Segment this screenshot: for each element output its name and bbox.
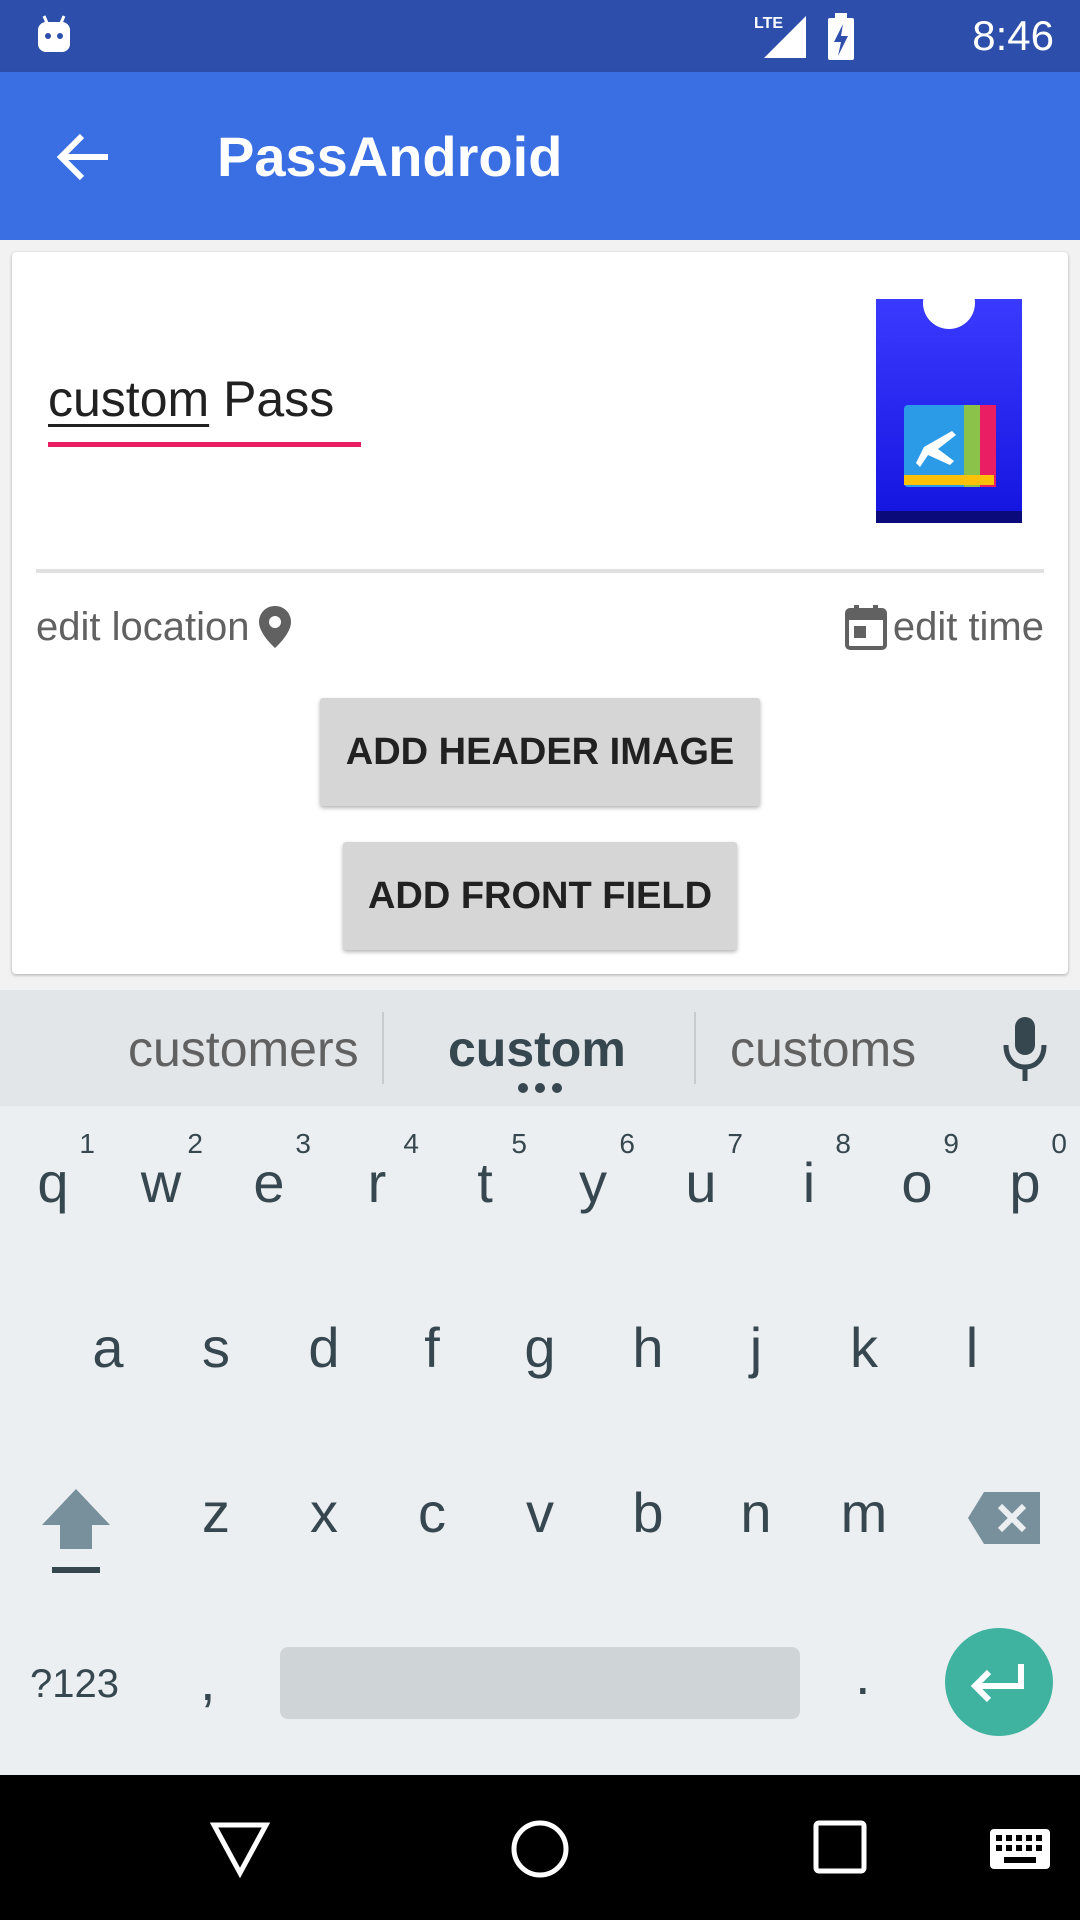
lte-signal-icon: LTE <box>754 15 806 58</box>
description-word: Pass <box>223 371 335 427</box>
status-bar: LTE 8:46 <box>0 0 1080 72</box>
key-label: a <box>92 1316 124 1379</box>
comma-key[interactable]: , <box>200 1648 216 1713</box>
key-label: f <box>424 1316 440 1379</box>
soft-keyboard: customers custom customs 1q 2w 3e 4r 5t … <box>0 990 1080 1775</box>
key-label: d <box>308 1316 340 1379</box>
suggestion-center[interactable]: custom <box>448 1020 626 1078</box>
key-d[interactable]: d <box>274 1275 374 1395</box>
navigation-bar <box>0 1775 1080 1920</box>
key-label: q <box>37 1151 69 1214</box>
suggestion-left[interactable]: customers <box>128 1020 359 1078</box>
pass-thumbnail-icon[interactable] <box>876 299 1022 523</box>
key-label: n <box>740 1481 772 1544</box>
key-i[interactable]: 8i <box>759 1110 859 1230</box>
more-suggestions-icon[interactable] <box>517 1082 563 1094</box>
enter-key[interactable] <box>945 1628 1053 1736</box>
key-v[interactable]: v <box>490 1440 590 1560</box>
nav-back-icon[interactable] <box>210 1819 270 1879</box>
keyboard-switch-icon[interactable] <box>988 1827 1052 1871</box>
key-label: p <box>1009 1151 1041 1214</box>
add-header-image-button[interactable]: ADD HEADER IMAGE <box>320 698 760 806</box>
backspace-icon[interactable] <box>966 1490 1042 1546</box>
shift-icon[interactable] <box>36 1487 116 1577</box>
key-c[interactable]: c <box>382 1440 482 1560</box>
pass-editor-card: custom Pass edit location edit time ADD … <box>12 252 1068 974</box>
status-time: 8:46 <box>972 12 1054 59</box>
key-g[interactable]: g <box>490 1275 590 1395</box>
suggestion-strip: customers custom customs <box>0 990 1080 1106</box>
key-y[interactable]: 6y <box>543 1110 643 1230</box>
key-h[interactable]: h <box>598 1275 698 1395</box>
edit-time-label: edit time <box>892 604 1044 649</box>
key-n[interactable]: n <box>706 1440 806 1560</box>
key-label: l <box>965 1316 979 1379</box>
key-label: r <box>367 1151 387 1214</box>
status-icons: LTE <box>752 12 932 62</box>
app-bar: PassAndroid <box>0 72 1080 240</box>
key-label: i <box>802 1151 816 1214</box>
description-word-composing: custom <box>48 371 210 427</box>
key-label: s <box>202 1316 230 1379</box>
add-front-field-button[interactable]: ADD FRONT FIELD <box>343 842 737 950</box>
key-label: w <box>140 1151 182 1214</box>
key-label: t <box>477 1151 493 1214</box>
description-focus-underline <box>48 442 361 447</box>
key-label: g <box>524 1316 556 1379</box>
android-notification-icon <box>38 15 70 52</box>
key-w[interactable]: 2w <box>111 1110 211 1230</box>
pass-description-input[interactable]: custom Pass <box>48 370 378 450</box>
key-j[interactable]: j <box>706 1275 806 1395</box>
suggestion-right[interactable]: customs <box>730 1020 916 1078</box>
edit-location-button[interactable]: edit location <box>36 604 293 650</box>
key-label: v <box>526 1481 554 1544</box>
key-u[interactable]: 7u <box>651 1110 751 1230</box>
key-s[interactable]: s <box>166 1275 266 1395</box>
key-label: m <box>840 1481 888 1544</box>
location-pin-icon <box>259 606 292 648</box>
key-label: z <box>202 1481 230 1544</box>
space-key[interactable] <box>280 1647 800 1719</box>
nav-home-icon[interactable] <box>510 1819 570 1879</box>
key-label: o <box>901 1151 933 1214</box>
key-e[interactable]: 3e <box>219 1110 319 1230</box>
key-label: y <box>579 1151 607 1214</box>
arrow-back-icon[interactable] <box>50 122 120 192</box>
key-t[interactable]: 5t <box>435 1110 535 1230</box>
card-divider <box>36 569 1044 573</box>
suggestion-separator <box>694 1012 696 1084</box>
key-label: j <box>749 1316 763 1379</box>
key-q[interactable]: 1q <box>3 1110 103 1230</box>
app-title: PassAndroid <box>217 125 563 188</box>
battery-charging-icon <box>828 13 854 60</box>
symbols-key[interactable]: ?123 <box>30 1662 119 1707</box>
period-key[interactable]: . <box>855 1642 871 1707</box>
calendar-icon <box>844 605 887 650</box>
suggestion-separator <box>382 1012 384 1084</box>
key-x[interactable]: x <box>274 1440 374 1560</box>
enter-arrow-icon <box>970 1664 1024 1703</box>
key-b[interactable]: b <box>598 1440 698 1560</box>
nav-recent-apps-icon[interactable] <box>812 1819 868 1875</box>
key-m[interactable]: m <box>814 1440 914 1560</box>
key-label: c <box>418 1481 446 1544</box>
key-label: x <box>310 1481 338 1544</box>
microphone-icon[interactable] <box>1000 1015 1050 1085</box>
key-a[interactable]: a <box>58 1275 158 1395</box>
key-k[interactable]: k <box>814 1275 914 1395</box>
key-label: k <box>850 1316 878 1379</box>
key-f[interactable]: f <box>382 1275 482 1395</box>
key-label: h <box>632 1316 664 1379</box>
key-z[interactable]: z <box>166 1440 266 1560</box>
edit-time-button[interactable]: edit time <box>844 604 1044 650</box>
key-label: e <box>253 1151 285 1214</box>
key-l[interactable]: l <box>922 1275 1022 1395</box>
key-r[interactable]: 4r <box>327 1110 427 1230</box>
key-label: b <box>632 1481 664 1544</box>
key-o[interactable]: 9o <box>867 1110 967 1230</box>
edit-location-label: edit location <box>36 604 250 649</box>
lte-label: LTE <box>754 15 783 32</box>
key-label: u <box>685 1151 717 1214</box>
key-p[interactable]: 0p <box>975 1110 1075 1230</box>
